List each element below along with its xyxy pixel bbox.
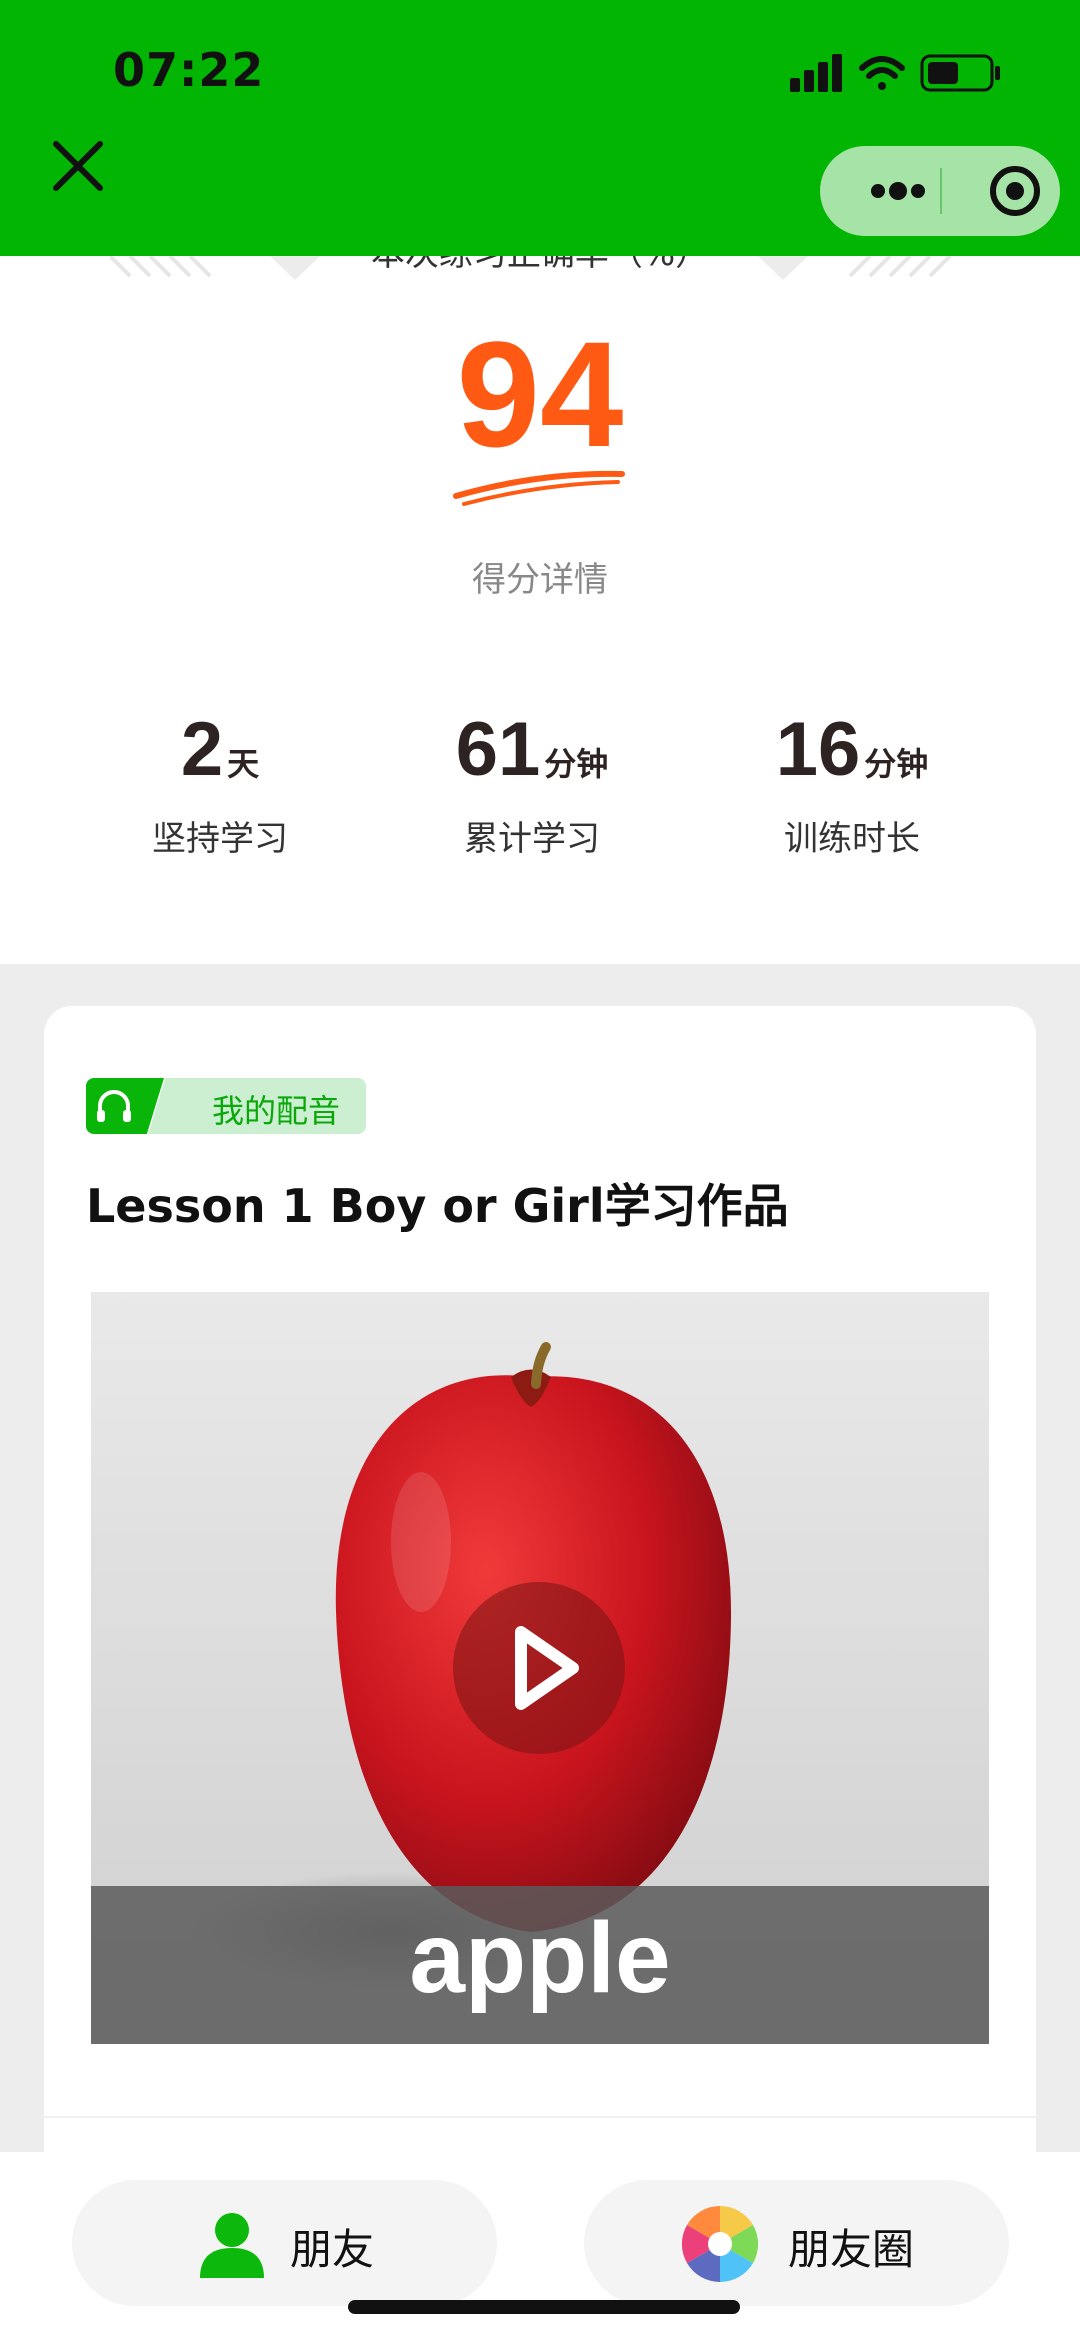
headphones-icon	[97, 1090, 131, 1122]
score-detail-link[interactable]: 得分详情	[0, 552, 1080, 601]
decor-stripes-right	[848, 256, 952, 278]
score-section: 本次练习正确率（%） 94 得分详情 2天 坚持学习 61分钟 累计学习 16分…	[0, 234, 1080, 964]
stat-unit: 天	[227, 745, 260, 783]
decor-stripes-left	[110, 256, 212, 278]
more-dots-icon[interactable]	[850, 146, 940, 236]
decor-diamond-left	[270, 256, 320, 280]
stat-value: 16	[775, 707, 861, 792]
badge-label: 我的配音	[212, 1092, 341, 1130]
person-icon	[200, 2213, 264, 2278]
share-friends-label: 朋友	[290, 2225, 375, 2274]
stat-streak: 2天 坚持学习	[60, 706, 380, 860]
dubbing-badge: 我的配音	[86, 1078, 366, 1134]
play-icon	[515, 1626, 579, 1710]
app-header: 07:22	[0, 0, 1080, 256]
share-moments-button[interactable]: 朋友圈	[584, 2180, 1009, 2306]
close-icon[interactable]	[48, 136, 108, 196]
wifi-icon	[859, 56, 905, 90]
battery-icon	[920, 54, 1000, 92]
stat-value: 61	[455, 707, 541, 792]
media-caption: apple	[409, 1902, 671, 2014]
stat-total: 61 分钟 累计学习	[372, 706, 692, 860]
stat-unit: 分钟	[544, 745, 609, 783]
dubbing-card: 我的配音 Lesson 1 Boy or Girl学习作品 apple	[44, 1006, 1036, 2296]
decor-diamond-right	[758, 256, 808, 280]
mini-program-capsule	[820, 146, 1060, 236]
stat-label: 坚持学习	[152, 819, 288, 859]
status-icons	[790, 54, 1000, 92]
stat-unit: 分钟	[864, 745, 929, 783]
card-divider	[44, 2116, 1036, 2118]
share-moments-label: 朋友圈	[788, 2225, 915, 2274]
moments-aperture-icon	[681, 2206, 759, 2282]
stat-duration: 16 分钟 训练时长	[692, 706, 1012, 860]
stat-label: 累计学习	[464, 819, 600, 859]
share-friends-button[interactable]: 朋友	[72, 2180, 497, 2306]
target-circle-icon[interactable]	[970, 146, 1060, 236]
score-value: 94	[456, 310, 624, 478]
stat-label: 训练时长	[784, 819, 920, 859]
capsule-divider	[940, 168, 942, 214]
signal-icon	[790, 54, 842, 92]
status-time: 07:22	[113, 43, 265, 97]
video-player[interactable]: apple	[91, 1292, 989, 2044]
play-button[interactable]	[453, 1582, 625, 1754]
stat-value: 2	[180, 707, 224, 792]
lesson-title: Lesson 1 Boy or Girl学习作品	[86, 1179, 789, 1233]
score-underline	[453, 470, 625, 506]
home-indicator	[348, 2300, 740, 2314]
